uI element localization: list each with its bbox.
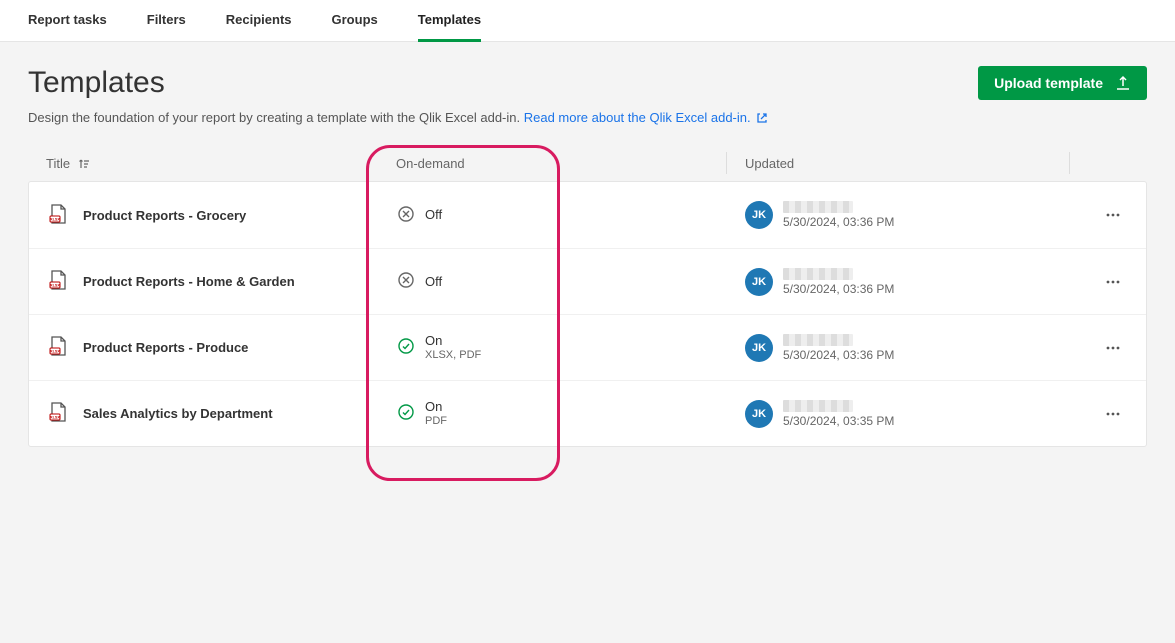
external-link-icon [756,112,768,127]
table-row[interactable]: XLSX Product Reports - Grocery Off JK 5/… [29,182,1146,248]
row-title-cell: XLSX Sales Analytics by Department [47,401,397,426]
top-tabs: Report tasks Filters Recipients Groups T… [0,0,1175,42]
column-header-title[interactable]: Title [46,156,396,171]
tab-recipients[interactable]: Recipients [226,0,292,42]
column-header-actions [1069,152,1129,174]
template-title: Sales Analytics by Department [83,406,273,421]
avatar: JK [745,268,773,296]
upload-template-label: Upload template [994,75,1103,91]
templates-table: Title On-demand Updated XLSX [28,145,1147,447]
column-header-ondemand[interactable]: On-demand [396,156,726,171]
row-actions-cell [1068,267,1128,297]
row-updated-cell: JK 5/30/2024, 03:36 PM [727,334,1068,362]
status-on-icon [397,403,415,424]
row-ondemand-cell: Off [397,205,727,226]
page-body: Templates Upload template Design the fou… [0,42,1175,471]
updated-by-name [783,400,853,412]
xlsx-file-icon: XLSX [47,203,69,228]
row-title-cell: XLSX Product Reports - Home & Garden [47,269,397,294]
template-title: Product Reports - Home & Garden [83,274,295,289]
row-updated-cell: JK 5/30/2024, 03:36 PM [727,268,1068,296]
status-off-icon [397,205,415,226]
svg-text:XLSX: XLSX [50,416,60,420]
page-header: Templates Upload template [28,66,1147,100]
avatar: JK [745,400,773,428]
page-title: Templates [28,66,165,100]
row-ondemand-cell: On XLSX, PDF [397,333,727,362]
read-more-link[interactable]: Read more about the Qlik Excel add-in. [524,110,769,125]
row-updated-cell: JK 5/30/2024, 03:36 PM [727,201,1068,229]
more-actions-button[interactable] [1098,399,1128,429]
updated-date: 5/30/2024, 03:36 PM [783,215,894,229]
row-title-cell: XLSX Product Reports - Grocery [47,203,397,228]
xlsx-file-icon: XLSX [47,335,69,360]
tab-templates[interactable]: Templates [418,0,481,42]
ondemand-state: On [425,399,447,415]
ondemand-formats: XLSX, PDF [425,349,481,362]
row-ondemand-cell: Off [397,271,727,292]
avatar: JK [745,334,773,362]
xlsx-file-icon: XLSX [47,401,69,426]
row-actions-cell [1068,200,1128,230]
column-header-updated[interactable]: Updated [726,152,1069,174]
updated-by-name [783,268,853,280]
table-row[interactable]: XLSX Product Reports - Produce On XLSX, … [29,314,1146,380]
xlsx-file-icon: XLSX [47,269,69,294]
more-actions-button[interactable] [1098,267,1128,297]
row-actions-cell [1068,399,1128,429]
tab-report-tasks[interactable]: Report tasks [28,0,107,42]
updated-by-name [783,201,853,213]
template-title: Product Reports - Grocery [83,208,246,223]
svg-text:XLSX: XLSX [50,350,60,354]
status-on-icon [397,337,415,358]
updated-date: 5/30/2024, 03:35 PM [783,414,894,428]
template-list: XLSX Product Reports - Grocery Off JK 5/… [28,181,1147,447]
sort-icon [78,158,90,170]
tab-filters[interactable]: Filters [147,0,186,42]
row-actions-cell [1068,333,1128,363]
svg-text:XLSX: XLSX [50,284,60,288]
row-updated-cell: JK 5/30/2024, 03:35 PM [727,400,1068,428]
table-header: Title On-demand Updated [28,145,1147,181]
avatar: JK [745,201,773,229]
updated-by-name [783,334,853,346]
upload-icon [1115,75,1131,91]
description-text: Design the foundation of your report by … [28,110,524,125]
ondemand-formats: PDF [425,415,447,428]
tab-groups[interactable]: Groups [332,0,378,42]
updated-date: 5/30/2024, 03:36 PM [783,282,894,296]
ondemand-state: Off [425,207,442,223]
more-actions-button[interactable] [1098,333,1128,363]
table-row[interactable]: XLSX Sales Analytics by Department On PD… [29,380,1146,446]
svg-text:XLSX: XLSX [50,217,60,221]
status-off-icon [397,271,415,292]
updated-date: 5/30/2024, 03:36 PM [783,348,894,362]
ondemand-state: On [425,333,481,349]
more-actions-button[interactable] [1098,200,1128,230]
row-title-cell: XLSX Product Reports - Produce [47,335,397,360]
page-description: Design the foundation of your report by … [28,110,1147,127]
ondemand-state: Off [425,274,442,290]
row-ondemand-cell: On PDF [397,399,727,428]
table-row[interactable]: XLSX Product Reports - Home & Garden Off… [29,248,1146,314]
template-title: Product Reports - Produce [83,340,248,355]
upload-template-button[interactable]: Upload template [978,66,1147,100]
